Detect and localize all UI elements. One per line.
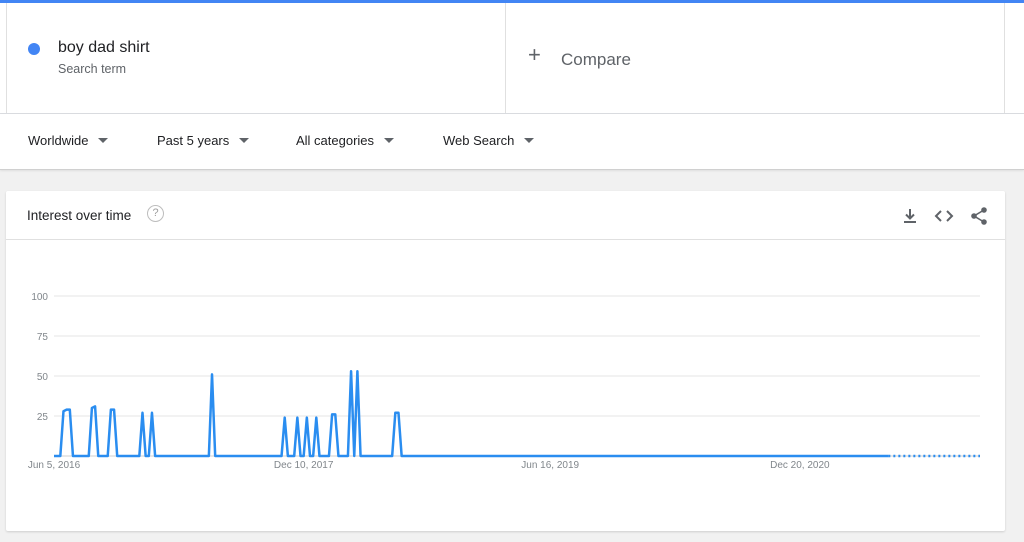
x-tick-label: Dec 10, 2017 xyxy=(274,460,334,471)
caret-down-icon xyxy=(239,138,250,144)
filter-search-type-label: Web Search xyxy=(443,133,515,148)
compare-button[interactable]: + Compare xyxy=(506,3,1005,113)
plus-icon: + xyxy=(528,42,541,67)
filter-search-type[interactable]: Web Search xyxy=(443,133,535,148)
series-line xyxy=(54,369,889,458)
search-term-card[interactable]: boy dad shirt Search term xyxy=(6,3,506,113)
y-tick-label: 25 xyxy=(37,412,49,423)
x-tick-label: Dec 20, 2020 xyxy=(770,460,830,471)
interest-line-chart: 100 75 50 25 Jun 5, 2016 Dec 10, 2017 Jun 16, … xyxy=(28,292,980,471)
filters-bar: Worldwide Past 5 years All categories We… xyxy=(0,114,1024,170)
x-tick-label: Jun 5, 2016 xyxy=(28,460,81,471)
filter-category-label: All categories xyxy=(296,133,375,148)
filter-category[interactable]: All categories xyxy=(296,133,395,148)
filter-region[interactable]: Worldwide xyxy=(28,133,109,148)
caret-down-icon xyxy=(524,138,535,144)
y-tick-label: 75 xyxy=(37,332,49,343)
caret-down-icon xyxy=(384,138,395,144)
y-tick-label: 50 xyxy=(37,372,49,383)
filter-time-range[interactable]: Past 5 years xyxy=(157,133,250,148)
search-terms-bar: boy dad shirt Search term + Compare xyxy=(0,3,1024,114)
term-color-dot-icon xyxy=(28,43,40,55)
interest-over-time-card: Interest over time ? 100 75 50 25 Jun 5, 201… xyxy=(6,191,1005,531)
filter-time-range-label: Past 5 years xyxy=(157,133,230,148)
search-term-sublabel: Search term xyxy=(58,62,127,76)
compare-label: Compare xyxy=(561,50,631,69)
search-term-name[interactable]: boy dad shirt xyxy=(58,39,150,57)
caret-down-icon xyxy=(98,138,109,144)
y-tick-label: 100 xyxy=(31,292,48,303)
filter-region-label: Worldwide xyxy=(28,133,89,148)
x-tick-label: Jun 16, 2019 xyxy=(521,460,579,471)
